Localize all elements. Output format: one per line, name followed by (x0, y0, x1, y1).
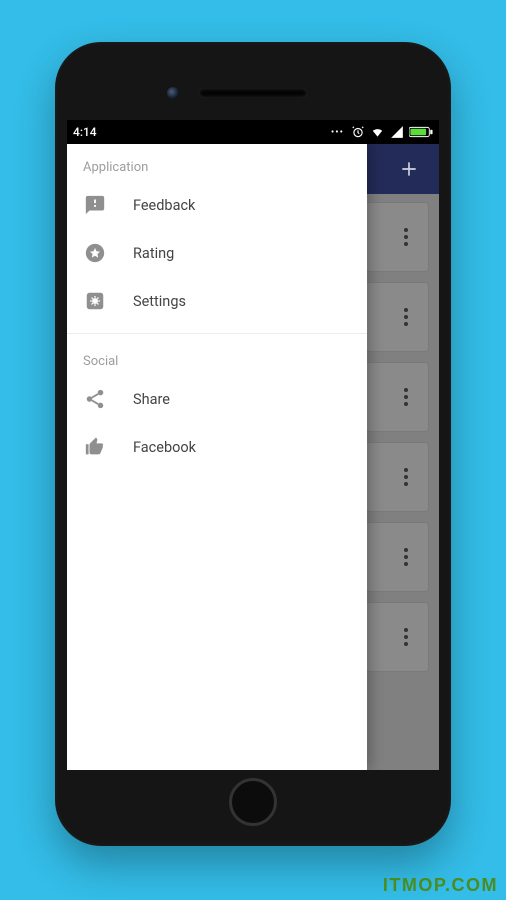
phone-camera-dot (167, 87, 179, 99)
navigation-drawer: Application Feedback Rating Settings (67, 144, 367, 770)
drawer-item-label: Facebook (133, 439, 196, 456)
phone-frame: 4:14 ••• (55, 42, 451, 846)
status-bar: 4:14 ••• (67, 120, 439, 144)
plus-icon (399, 159, 419, 179)
drawer-item-label: Settings (133, 293, 186, 310)
cellular-dots-icon: ••• (331, 127, 344, 138)
drawer-item-label: Share (133, 391, 170, 408)
more-button[interactable] (396, 622, 416, 652)
drawer-item-feedback[interactable]: Feedback (67, 181, 367, 229)
more-button[interactable] (396, 222, 416, 252)
phone-home-button (229, 778, 277, 826)
drawer-section-title: Application (67, 144, 367, 181)
settings-icon (83, 289, 107, 313)
star-icon (83, 241, 107, 265)
add-button[interactable] (395, 155, 423, 183)
drawer-item-label: Rating (133, 245, 174, 262)
more-button[interactable] (396, 542, 416, 572)
drawer-section-title: Social (67, 338, 367, 375)
phone-earpiece (198, 88, 308, 98)
thumbs-up-icon (83, 435, 107, 459)
feedback-icon (83, 193, 107, 217)
alarm-icon (351, 125, 365, 139)
wifi-icon (370, 125, 385, 139)
share-icon (83, 387, 107, 411)
battery-icon (409, 126, 433, 138)
drawer-item-rating[interactable]: Rating (67, 229, 367, 277)
phone-screen: 4:14 ••• (67, 120, 439, 770)
drawer-item-facebook[interactable]: Facebook (67, 423, 367, 471)
drawer-item-share[interactable]: Share (67, 375, 367, 423)
watermark-text: ITMOP.COM (383, 875, 498, 896)
status-time: 4:14 (73, 125, 97, 139)
drawer-item-label: Feedback (133, 197, 195, 214)
drawer-item-settings[interactable]: Settings (67, 277, 367, 325)
status-icons: ••• (331, 125, 433, 139)
more-button[interactable] (396, 462, 416, 492)
more-button[interactable] (396, 382, 416, 412)
signal-icon (390, 125, 404, 139)
drawer-divider (67, 333, 367, 334)
more-button[interactable] (396, 302, 416, 332)
